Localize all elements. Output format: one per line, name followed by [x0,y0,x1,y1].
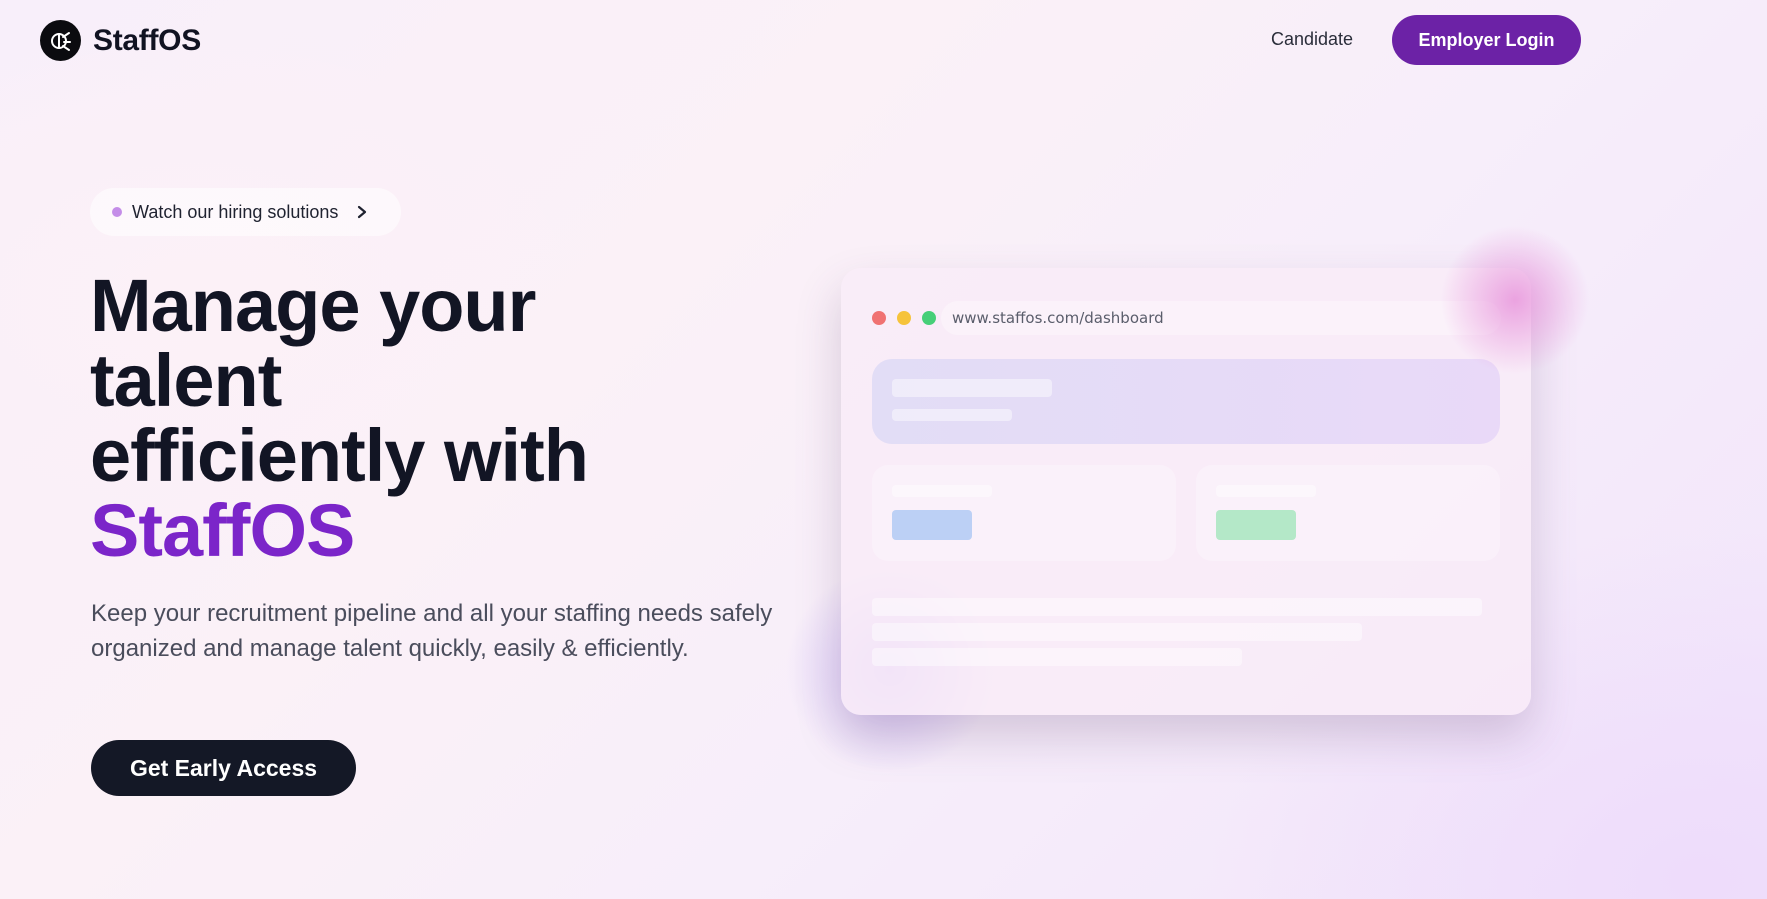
headline-brand: StaffOS [90,489,355,572]
skeleton-bar [892,409,1012,421]
skeleton-line [872,648,1242,666]
skeleton-line [872,623,1362,641]
chevron-right-icon [356,205,370,219]
preview-card [1196,465,1500,561]
staffos-logo-icon [40,20,81,61]
watch-solutions-pill[interactable]: Watch our hiring solutions [90,188,401,236]
nav-candidate-link[interactable]: Candidate [1271,29,1353,50]
preview-card [872,465,1176,561]
skeleton-bar [892,379,1052,397]
window-close-dot [872,311,886,325]
headline-line-1: Manage your [90,264,536,347]
brand-logo[interactable]: StaffOS [40,20,201,61]
site-header: StaffOS Candidate Employer Login [0,0,1767,80]
headline-line-2: talent [90,339,282,422]
preview-url-text: www.staffos.com/dashboard [952,309,1164,327]
preview-chip-blue [892,510,972,540]
get-early-access-button[interactable]: Get Early Access [91,740,356,796]
hero-subtext: Keep your recruitment pipeline and all y… [91,600,773,662]
window-minimize-dot [897,311,911,325]
headline-line-3: efficiently with [90,414,589,497]
employer-login-button[interactable]: Employer Login [1392,15,1581,65]
skeleton-line [872,598,1482,616]
status-dot-icon [112,207,122,217]
skeleton-bar [892,485,992,497]
pill-label: Watch our hiring solutions [132,201,339,222]
skeleton-bar [1216,485,1316,497]
decorative-blob [1440,225,1590,375]
brand-name: StaffOS [93,23,201,57]
window-maximize-dot [922,311,936,325]
preview-chip-green [1216,510,1296,540]
hero-headline: Manage your talent efficiently with Staf… [90,268,710,568]
preview-banner [872,359,1500,444]
preview-url-bar: www.staffos.com/dashboard [941,301,1501,335]
dashboard-preview-window: www.staffos.com/dashboard [841,268,1531,715]
